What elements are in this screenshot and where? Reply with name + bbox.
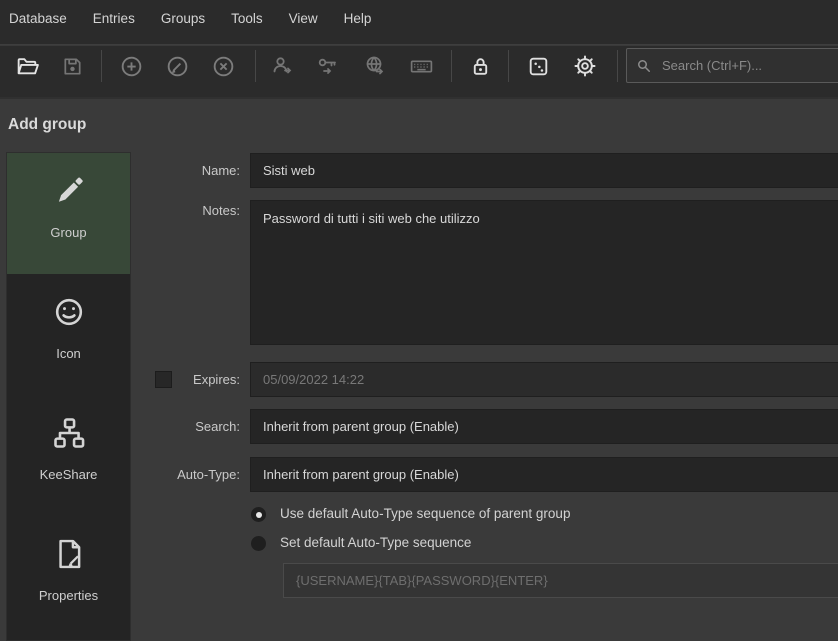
page-title: Add group	[8, 116, 86, 134]
copy-url-button[interactable]	[355, 46, 395, 86]
lock-database-button[interactable]	[460, 46, 500, 86]
gear-icon	[572, 53, 598, 79]
use-default-sequence-radio[interactable]	[251, 507, 266, 522]
expires-label: Expires:	[130, 362, 240, 397]
autotype-inherit-select[interactable]: Inherit from parent group (Enable)	[250, 457, 838, 492]
settings-button[interactable]	[565, 46, 605, 86]
toolbar-separator	[617, 50, 618, 82]
menu-view[interactable]: View	[276, 9, 331, 32]
dice-icon	[526, 54, 551, 79]
save-database-button[interactable]	[52, 46, 92, 86]
expires-datetime-input[interactable]	[250, 362, 838, 397]
smiley-icon	[51, 294, 87, 330]
add-circle-icon	[119, 54, 144, 79]
search-input[interactable]	[662, 58, 838, 73]
set-default-sequence-label[interactable]: Set default Auto-Type sequence	[280, 535, 471, 550]
delete-circle-icon	[211, 54, 236, 79]
search-setting-label: Search:	[130, 409, 240, 444]
search-icon	[635, 57, 653, 75]
key-arrow-icon	[316, 54, 340, 78]
notes-textarea[interactable]: Password di tutti i siti web che utilizz…	[250, 200, 838, 345]
edit-group-panel: Add group Group Icon	[0, 100, 838, 641]
password-generator-button[interactable]	[518, 46, 558, 86]
user-arrow-icon	[270, 54, 294, 78]
name-label: Name:	[130, 153, 240, 188]
hierarchy-icon	[51, 415, 87, 451]
menu-groups[interactable]: Groups	[148, 9, 218, 32]
category-sidebar: Group Icon KeeSh	[6, 152, 131, 641]
sidebar-item-label: KeeShare	[40, 467, 98, 482]
lock-icon	[468, 54, 493, 79]
autotype-setting-label: Auto-Type:	[130, 457, 240, 492]
toolbar-separator	[255, 50, 256, 82]
folder-open-icon	[15, 54, 40, 79]
search-box	[626, 48, 838, 83]
open-database-button[interactable]	[7, 46, 47, 86]
save-icon	[61, 55, 84, 78]
menu-tools[interactable]: Tools	[218, 9, 276, 32]
pencil-icon	[51, 173, 87, 209]
set-default-sequence-radio[interactable]	[251, 536, 266, 551]
sidebar-item-icon[interactable]: Icon	[7, 274, 130, 395]
menu-bar: Database Entries Groups Tools View Help	[0, 0, 838, 45]
use-default-sequence-label[interactable]: Use default Auto-Type sequence of parent…	[280, 506, 570, 521]
autotype-sequence-input[interactable]	[283, 563, 838, 598]
copy-username-button[interactable]	[262, 46, 302, 86]
add-entry-button[interactable]	[111, 46, 151, 86]
sidebar-item-properties[interactable]: Properties	[7, 516, 130, 637]
document-edit-icon	[51, 536, 87, 572]
sidebar-item-keeshare[interactable]: KeeShare	[7, 395, 130, 516]
keyboard-icon	[409, 54, 434, 79]
sidebar-item-group[interactable]: Group	[7, 153, 130, 274]
toolbar-separator	[451, 50, 452, 82]
menu-database[interactable]: Database	[9, 9, 80, 32]
search-inherit-select[interactable]: Inherit from parent group (Enable)	[250, 409, 838, 444]
edit-entry-button[interactable]	[157, 46, 197, 86]
menu-help[interactable]: Help	[331, 9, 385, 32]
menu-entries[interactable]: Entries	[80, 9, 148, 32]
copy-password-button[interactable]	[308, 46, 348, 86]
delete-entry-button[interactable]	[203, 46, 243, 86]
globe-arrow-icon	[363, 54, 387, 78]
sidebar-item-label: Icon	[56, 346, 81, 361]
edit-circle-icon	[165, 54, 190, 79]
toolbar	[0, 46, 838, 99]
name-input[interactable]	[250, 153, 838, 188]
sidebar-item-label: Properties	[39, 588, 98, 603]
notes-label: Notes:	[130, 196, 240, 231]
toolbar-separator	[101, 50, 102, 82]
autotype-button[interactable]	[401, 46, 441, 86]
toolbar-separator	[508, 50, 509, 82]
sidebar-item-label: Group	[50, 225, 86, 240]
